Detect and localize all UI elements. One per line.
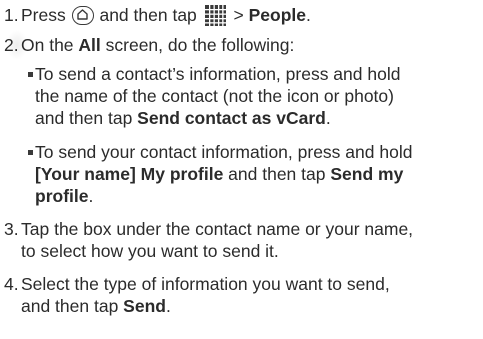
step-text: Press and then tap > People. xyxy=(21,5,311,26)
step-text: On the All screen, do the following: xyxy=(21,35,295,55)
home-button-icon xyxy=(71,6,94,25)
step-text: Tap the box under the contact name or yo… xyxy=(21,219,414,261)
step-number: 1. xyxy=(4,5,19,25)
step-number: 3. xyxy=(4,219,19,239)
all-apps-grid-icon xyxy=(204,5,226,26)
bullet-marker xyxy=(28,150,33,155)
step-number: 4. xyxy=(4,274,19,294)
step-number: 2. xyxy=(4,35,19,55)
bullet-marker xyxy=(28,72,33,77)
step-text: Select the type of information you want … xyxy=(21,274,390,316)
